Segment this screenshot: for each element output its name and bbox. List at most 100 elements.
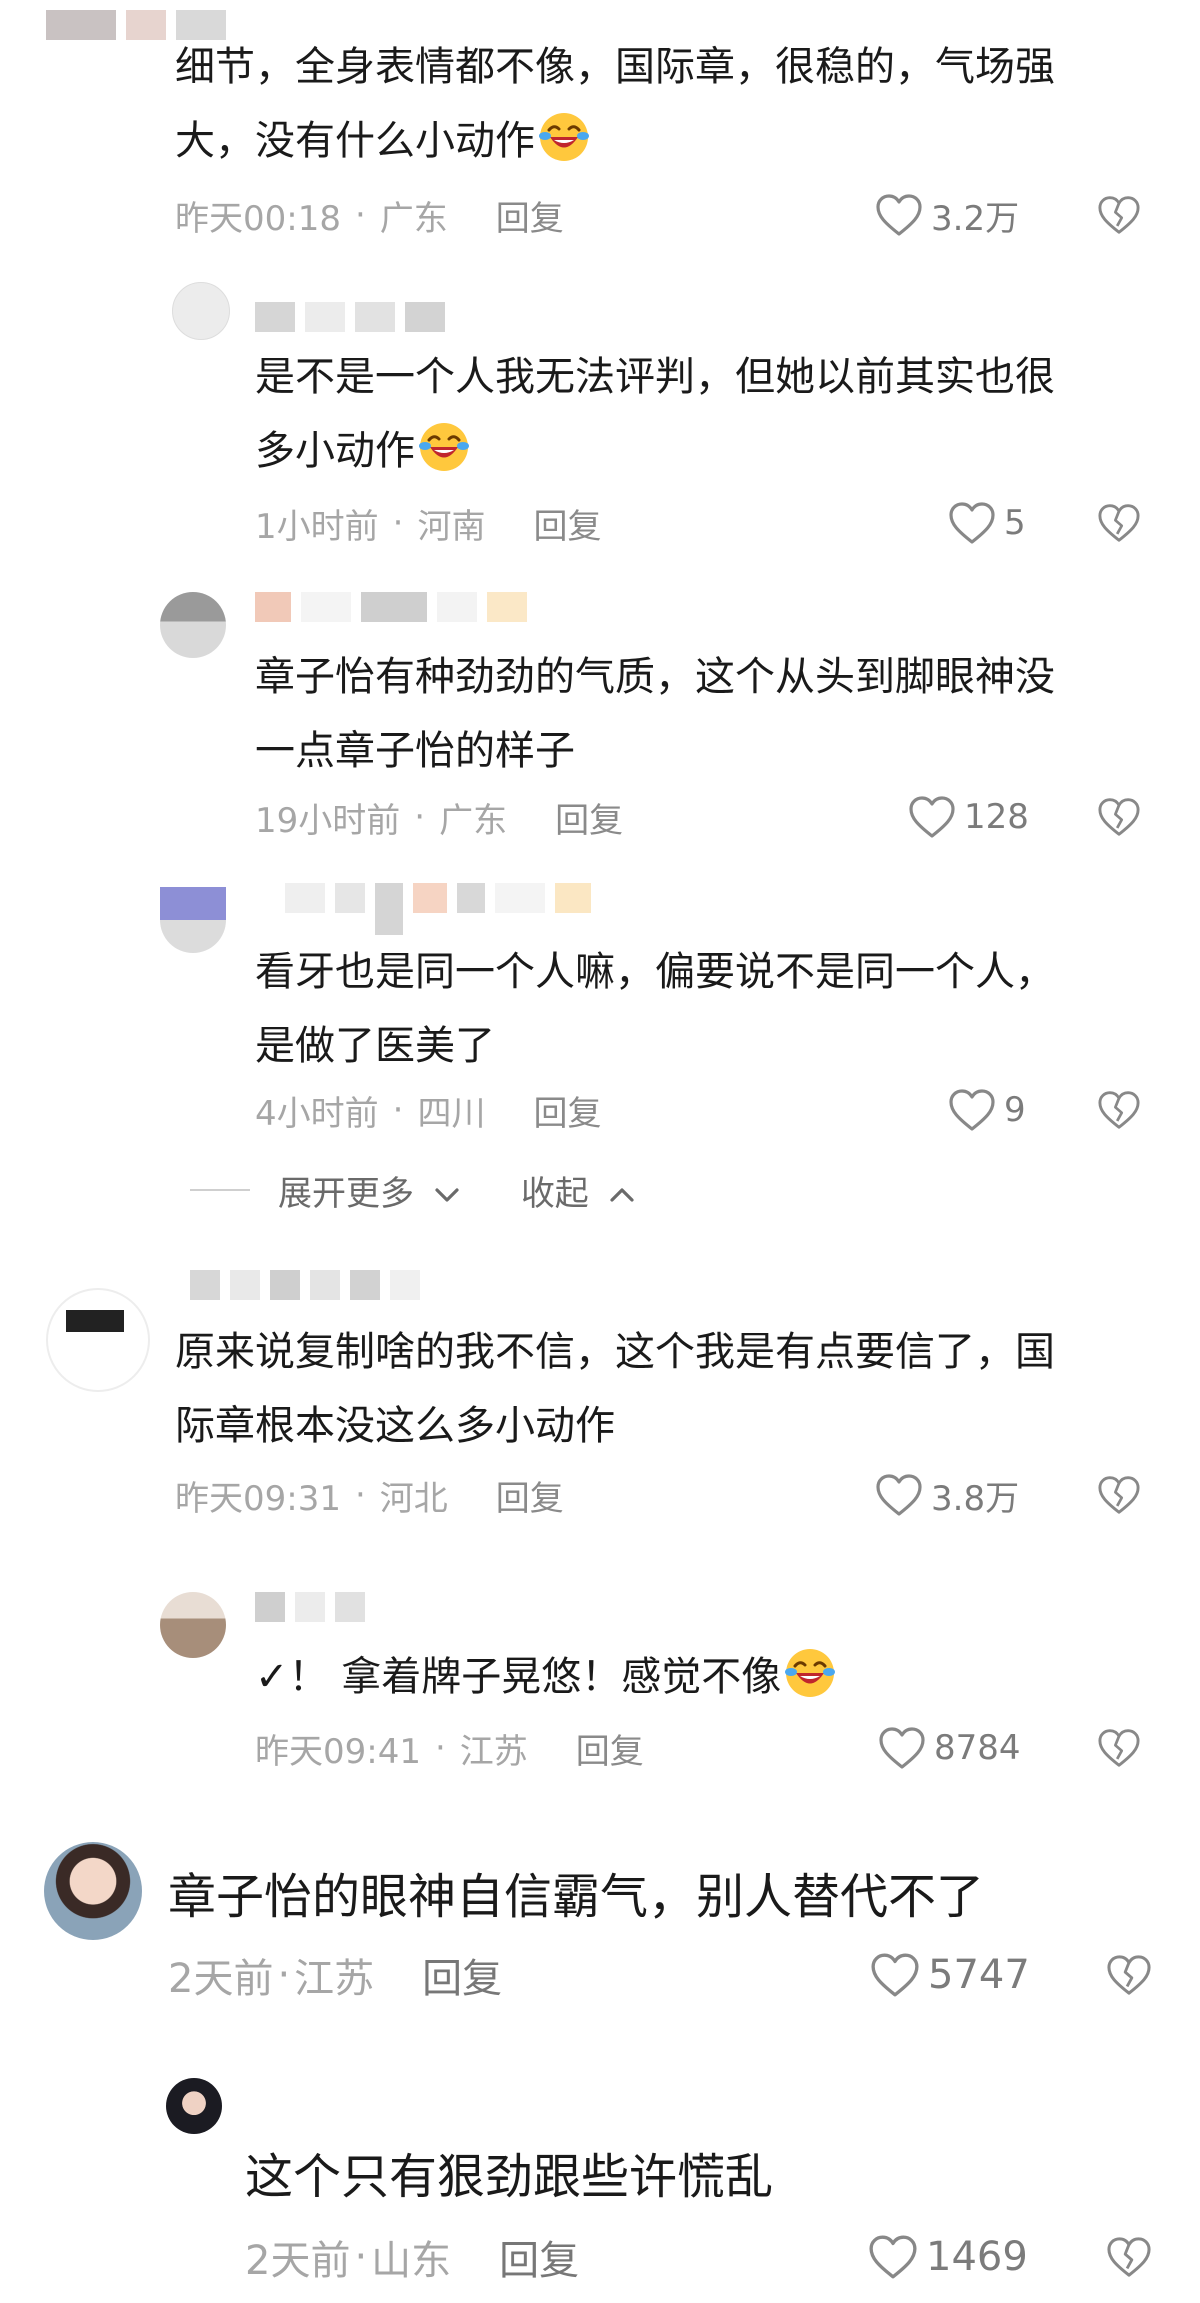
comment-time: 4小时前	[255, 1093, 379, 1134]
comment-time: 昨天09:41	[255, 1731, 421, 1772]
comment-item: 章子怡的眼神自信霸气，别人替代不了 2天前 · 江苏 回复 5747	[0, 1830, 1200, 2060]
heart-icon	[948, 1088, 996, 1132]
reply-button[interactable]: 回复	[576, 1724, 644, 1773]
reply-button[interactable]: 回复	[533, 499, 601, 548]
comment-meta: 2天前 · 山东 回复	[245, 2232, 579, 2284]
reply-item: 章子怡有种劲劲的气质，这个从头到脚眼神没 一点章子怡的样子 19小时前 · 广东…	[0, 580, 1200, 870]
reply-item: 是不是一个人我无法评判，但她以前其实也很 多小动作 1小时前 · 河南 回复 5	[0, 270, 1200, 570]
separator-dot: ·	[392, 503, 404, 543]
heart-icon	[875, 193, 923, 237]
avatar[interactable]	[160, 887, 226, 953]
dislike-button[interactable]	[1095, 792, 1143, 842]
like-count: 8784	[934, 1728, 1021, 1768]
dislike-button[interactable]	[1095, 1723, 1143, 1773]
comment-time: 2天前	[168, 1956, 274, 2002]
reply-item: 这个只有狠劲跟些许慌乱 2天前 · 山东 回复 1469	[0, 2060, 1200, 2303]
comment-text: 章子怡有种劲劲的气质，这个从头到脚眼神没 一点章子怡的样子	[255, 654, 1055, 774]
like-count: 1469	[926, 2234, 1028, 2280]
broken-heart-icon	[1097, 1090, 1141, 1130]
like-button[interactable]: 1469	[868, 2232, 1028, 2282]
username-redacted	[255, 592, 527, 622]
collapse-button[interactable]: 收起	[521, 1166, 636, 1215]
like-count: 9	[1004, 1090, 1026, 1130]
heart-icon	[868, 2234, 918, 2280]
username-redacted	[285, 883, 591, 935]
broken-heart-icon	[1097, 503, 1141, 543]
comment-text: 是不是一个人我无法评判，但她以前其实也很 多小动作	[255, 354, 1055, 474]
avatar[interactable]	[46, 1288, 150, 1392]
chevron-down-icon	[435, 1187, 459, 1202]
reply-button[interactable]: 回复	[496, 1471, 564, 1520]
avatar[interactable]	[160, 592, 226, 658]
like-count: 5	[1004, 503, 1026, 543]
comment-time: 19小时前	[255, 800, 401, 841]
like-button[interactable]: 3.2万	[875, 190, 1019, 240]
separator-dot: ·	[392, 1090, 404, 1130]
reply-button[interactable]: 回复	[533, 1086, 601, 1135]
separator-dot: ·	[277, 1952, 291, 1998]
comment-location: 广东	[379, 198, 448, 239]
comment-text: 这个只有狠劲跟些许慌乱	[245, 2149, 774, 2205]
like-count: 3.8万	[931, 1478, 1020, 1519]
like-button[interactable]: 5	[948, 498, 1026, 548]
comment-location: 山东	[371, 2238, 452, 2284]
like-button[interactable]: 9	[948, 1085, 1026, 1135]
avatar[interactable]	[172, 282, 230, 340]
reply-button[interactable]: 回复	[499, 2228, 579, 2286]
heart-icon	[875, 1473, 923, 1517]
separator-dot: ·	[354, 195, 366, 235]
comment-location: 四川	[417, 1093, 486, 1134]
broken-heart-icon	[1106, 1954, 1152, 1996]
dislike-button[interactable]	[1105, 1950, 1153, 2000]
expand-more-button[interactable]: 展开更多	[278, 1166, 461, 1215]
broken-heart-icon	[1106, 2236, 1152, 2278]
like-button[interactable]: 3.8万	[875, 1470, 1019, 1520]
comment-location: 河北	[379, 1478, 448, 1519]
like-count: 3.2万	[931, 198, 1020, 239]
broken-heart-icon	[1097, 1475, 1141, 1515]
like-count: 5747	[928, 1952, 1030, 1998]
separator-dot: ·	[354, 2234, 368, 2280]
separator-dot: ·	[354, 1475, 366, 1515]
dislike-button[interactable]	[1095, 1085, 1143, 1135]
reply-button[interactable]: 回复	[422, 1946, 502, 2004]
heart-icon	[870, 1952, 920, 1998]
like-button[interactable]: 128	[908, 792, 1029, 842]
avatar[interactable]	[166, 2078, 222, 2134]
comment-meta: 昨天00:18 · 广东 回复	[175, 190, 564, 240]
comment-location: 江苏	[294, 1956, 375, 2002]
dislike-button[interactable]	[1095, 1470, 1143, 1520]
reply-button[interactable]: 回复	[555, 793, 623, 842]
dislike-button[interactable]	[1095, 190, 1143, 240]
comment-location: 河南	[417, 506, 486, 547]
laughing-crying-emoji-icon	[783, 1646, 837, 1700]
comment-item: 原来说复制啥的我不信，这个我是有点要信了，国 际章根本没这么多小动作 昨天09:…	[0, 1270, 1200, 1570]
avatar[interactable]	[44, 1842, 142, 1940]
broken-heart-icon	[1097, 195, 1141, 235]
chevron-up-icon	[610, 1187, 634, 1202]
reply-button[interactable]: 回复	[496, 191, 564, 240]
comment-time: 昨天00:18	[175, 198, 341, 239]
like-button[interactable]: 8784	[878, 1723, 1021, 1773]
dislike-button[interactable]	[1105, 2232, 1153, 2282]
comment-text: 看牙也是同一个人嘛，偏要说不是同一个人， 是做了医美了	[255, 949, 1055, 1069]
comment-time: 昨天09:31	[175, 1478, 341, 1519]
comment-time: 1小时前	[255, 506, 379, 547]
dislike-button[interactable]	[1095, 498, 1143, 548]
laughing-crying-emoji-icon	[417, 420, 471, 474]
comment-text: 原来说复制啥的我不信，这个我是有点要信了，国 际章根本没这么多小动作	[175, 1329, 1055, 1449]
broken-heart-icon	[1097, 797, 1141, 837]
comment-text: ✓！ 拿着牌子晃悠！感觉不像	[255, 1640, 837, 1714]
comment-text: 章子怡的眼神自信霸气，别人替代不了	[168, 1869, 985, 1925]
reply-item: ✓！ 拿着牌子晃悠！感觉不像 昨天09:41 · 江苏 回复 8784	[0, 1580, 1200, 1810]
comment-meta: 昨天09:41 · 江苏 回复	[255, 1723, 644, 1773]
separator-dot: ·	[414, 797, 426, 837]
comment-time: 2天前	[245, 2238, 351, 2284]
username-redacted	[190, 1270, 420, 1300]
comment-meta: 1小时前 · 河南 回复	[255, 498, 601, 548]
username-redacted	[255, 302, 445, 332]
heart-icon	[948, 501, 996, 545]
avatar[interactable]	[160, 1592, 226, 1658]
like-button[interactable]: 5747	[870, 1950, 1030, 2000]
comment-text: 细节，全身表情都不像，国际章，很稳的，气场强 大，没有什么小动作	[175, 44, 1055, 164]
